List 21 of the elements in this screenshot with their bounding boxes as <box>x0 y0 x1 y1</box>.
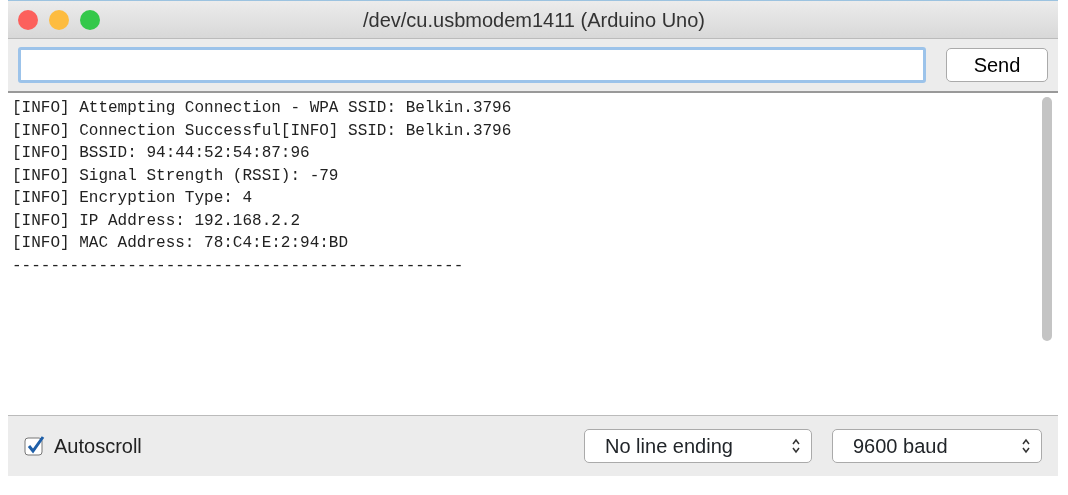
stepper-icon <box>1021 438 1031 454</box>
output-line: [INFO] Encryption Type: 4 <box>12 188 254 209</box>
line-ending-dropdown[interactable]: No line ending <box>584 429 812 463</box>
autoscroll-label: Autoscroll <box>54 434 142 459</box>
scrollbar-thumb[interactable] <box>1042 97 1052 341</box>
output-line: ----------------------------------------------- <box>12 255 465 277</box>
input-field[interactable] <box>18 47 926 83</box>
minimize-button[interactable] <box>49 9 69 30</box>
baud-rate-dropdown[interactable]: 9600 baud <box>832 429 1042 463</box>
output-line: [INFO] BSSID: 94:44:52:54:87:96 <box>12 143 311 164</box>
output-line: [INFO] Signal Strength (RSSI): -79 <box>12 165 340 187</box>
send-button[interactable]: Send <box>946 48 1048 82</box>
output-line: [INFO] Connection Successful[INFO] SSID: Belkin.3796 <box>12 120 513 142</box>
output-line: [INFO] MAC Address: 78:C4:E:2:94:BD <box>12 233 350 254</box>
window-title: /dev/cu.usbmodem1411 (Arduino Uno) <box>361 7 706 33</box>
output-line: [INFO] Attempting Connection - WPA SSID: Belkin.3796 <box>12 98 513 119</box>
close-button[interactable] <box>18 9 38 30</box>
zoom-button[interactable] <box>80 9 100 30</box>
output-line: [INFO] IP Address: 192.168.2.2 <box>12 210 302 232</box>
stepper-icon <box>791 438 801 454</box>
autoscroll-checkbox[interactable] <box>24 435 46 457</box>
